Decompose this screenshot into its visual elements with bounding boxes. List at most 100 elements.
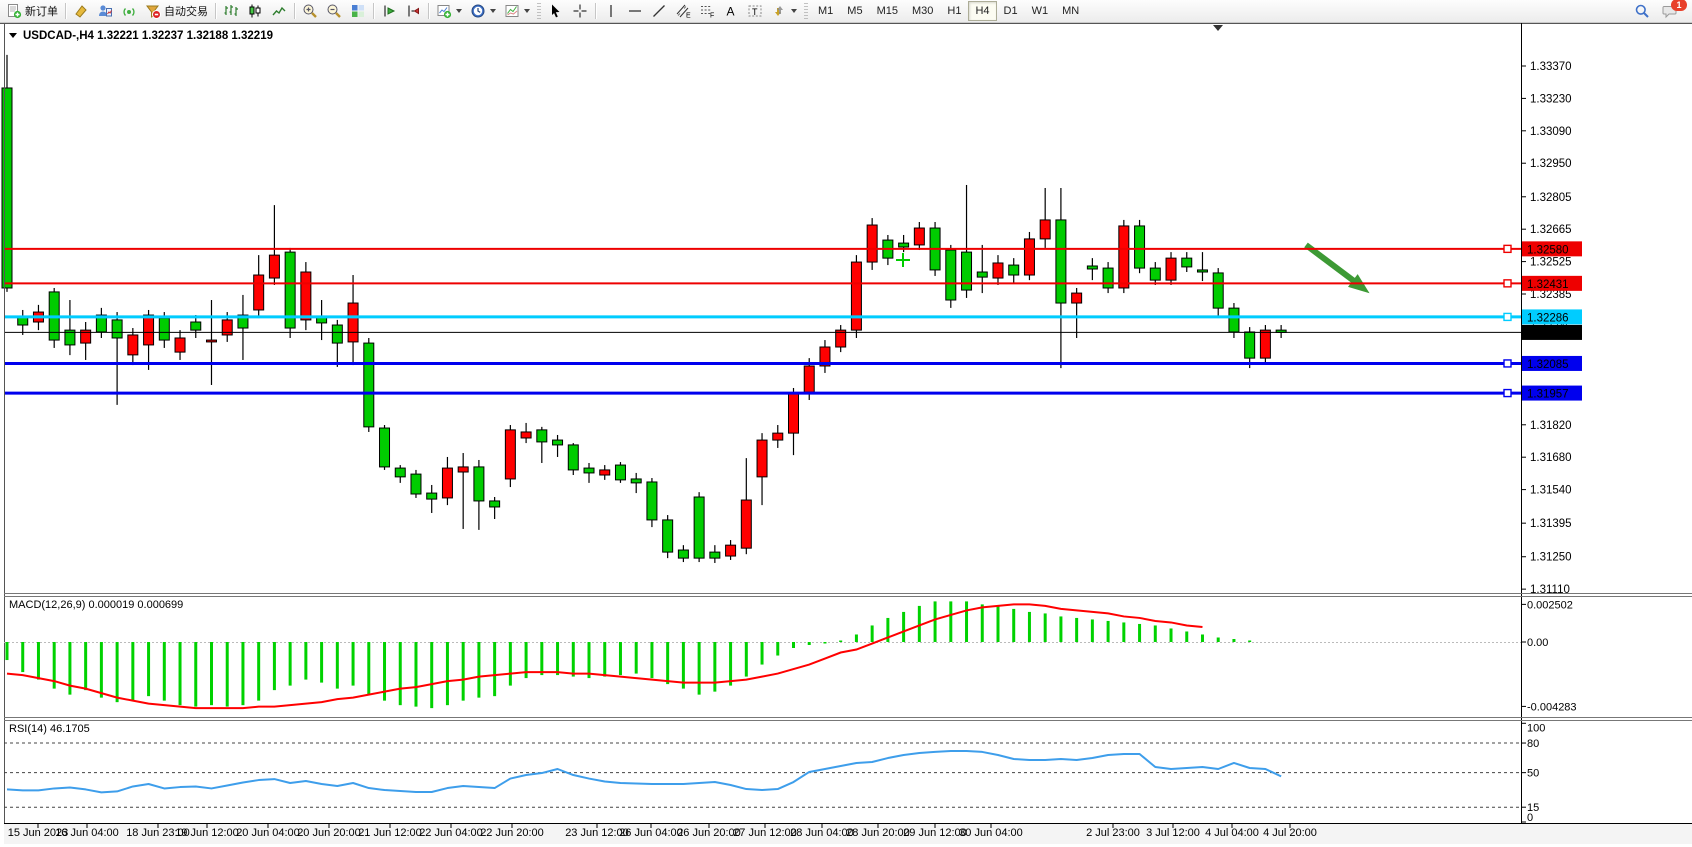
line-chart-button[interactable] [267, 0, 291, 22]
bar-chart-icon [223, 3, 239, 19]
crosshair-button[interactable] [568, 0, 592, 22]
svg-text:T: T [752, 7, 758, 17]
tab-timeframe-M1[interactable]: M1 [811, 1, 840, 21]
time-axis-label: 30 Jun 04:00 [959, 827, 1023, 839]
text-icon: A [723, 3, 739, 19]
shapes-button[interactable] [767, 0, 801, 22]
bar-chart-button[interactable] [219, 0, 243, 22]
price-badge-label: 1.32219 [1527, 328, 1569, 340]
hline-handle[interactable] [1504, 280, 1511, 287]
candle-body [1166, 258, 1176, 280]
gold-arrow-button[interactable] [69, 0, 93, 22]
candle-body [584, 468, 594, 473]
market-watch-icon [97, 3, 113, 19]
toolbar-separator [215, 3, 216, 19]
chart-shift-button[interactable] [401, 0, 425, 22]
macd-axis-label: -0.004283 [1527, 701, 1577, 713]
label-icon: T [747, 3, 763, 19]
price-tick-label: 1.31395 [1530, 518, 1572, 530]
signal-button[interactable] [117, 0, 141, 22]
time-axis-label: 4 Jul 20:00 [1263, 827, 1317, 839]
auto-scroll-button[interactable] [377, 0, 401, 22]
rsi-axis-label: 50 [1527, 768, 1539, 780]
candle-body [899, 243, 909, 247]
candle-body [789, 393, 799, 433]
candlestick-chart-button[interactable] [243, 0, 267, 22]
label-button[interactable]: T [743, 0, 767, 22]
templates-button[interactable] [500, 0, 534, 22]
time-axis-label: 22 Jun 04:00 [419, 827, 483, 839]
horizontal-line-button[interactable] [623, 0, 647, 22]
horizontal-line-icon [627, 3, 643, 19]
indicators-button[interactable] [432, 0, 466, 22]
price-chart[interactable]: 1.333701.332301.330901.329501.328051.326… [0, 0, 1692, 847]
candle-body [411, 474, 421, 494]
chevron-down-icon [524, 9, 530, 13]
tab-timeframe-W1[interactable]: W1 [1025, 1, 1056, 21]
price-tick-label: 1.31110 [1530, 584, 1570, 596]
tab-timeframe-M15[interactable]: M15 [870, 1, 905, 21]
autotrade-label: 自动交易 [164, 3, 208, 19]
time-axis-label: 28 Jun 04:00 [790, 827, 854, 839]
indicators-icon [436, 3, 452, 19]
channel-button[interactable]: E [671, 0, 695, 22]
hline-handle[interactable] [1504, 390, 1511, 397]
macd-label: MACD(12,26,9) 0.000019 0.000699 [9, 599, 183, 611]
autotrade-icon [145, 3, 161, 19]
price-badge-label: 1.32085 [1527, 359, 1569, 371]
tab-timeframe-M30[interactable]: M30 [905, 1, 940, 21]
zoom-in-button[interactable] [298, 0, 322, 22]
search-icon [1634, 3, 1650, 19]
signal-icon [121, 3, 137, 19]
trendline-button[interactable] [647, 0, 671, 22]
gold-arrow-icon [73, 3, 89, 19]
candle-body [1072, 293, 1082, 303]
hline-handle[interactable] [1504, 245, 1511, 252]
crosshair-icon [572, 3, 588, 19]
zoom-out-button[interactable] [322, 0, 346, 22]
hline-handle[interactable] [1504, 313, 1511, 320]
tab-timeframe-M5[interactable]: M5 [840, 1, 869, 21]
toolbar-grip [804, 3, 808, 19]
search-button[interactable] [1630, 0, 1654, 22]
timeframe-group: M1M5M15M30H1H4D1W1MN [811, 1, 1086, 21]
time-axis-label: 28 Jun 20:00 [846, 827, 910, 839]
fibonacci-button[interactable]: F [695, 0, 719, 22]
candle-body [1150, 268, 1160, 280]
candle-body [144, 315, 154, 345]
new-order-label: 新订单 [25, 3, 58, 19]
price-tick-label: 1.33370 [1530, 61, 1572, 73]
chart-shift-icon [405, 3, 421, 19]
autotrade-button[interactable]: 自动交易 [141, 0, 212, 22]
toolbar-separator [428, 3, 429, 19]
periods-button[interactable] [466, 0, 500, 22]
tab-timeframe-H4[interactable]: H4 [968, 1, 996, 21]
tab-timeframe-D1[interactable]: D1 [997, 1, 1025, 21]
cursor-button[interactable] [544, 0, 568, 22]
candle-body [694, 497, 704, 558]
macd-axis-label: 0.002502 [1527, 599, 1573, 611]
new-order-button[interactable]: 新订单 [2, 0, 62, 22]
vertical-line-button[interactable] [599, 0, 623, 22]
candle-body [427, 493, 437, 499]
symbol-title: USDCAD-,H4 1.32221 1.32237 1.32188 1.322… [23, 30, 273, 42]
tile-windows-button[interactable] [346, 0, 370, 22]
candle-body [867, 225, 877, 262]
candle-body [364, 343, 374, 427]
candle-body [1056, 220, 1066, 303]
tab-timeframe-MN[interactable]: MN [1055, 1, 1086, 21]
trendline-icon [651, 3, 667, 19]
text-button[interactable]: A [719, 0, 743, 22]
main-toolbar: 新订单 自动交易 E F A T M1M5M15M30H1H4D1W1MN 1 [0, 0, 1692, 23]
candle-body [301, 272, 311, 320]
candle-body [977, 272, 987, 277]
shapes-icon [771, 3, 787, 19]
market-watch-button[interactable] [93, 0, 117, 22]
time-axis-label: 26 Jun 20:00 [677, 827, 741, 839]
price-badge-label: 1.32431 [1527, 279, 1569, 291]
tab-timeframe-H1[interactable]: H1 [940, 1, 968, 21]
price-tick-label: 1.32665 [1530, 224, 1572, 236]
candle-body [380, 428, 390, 467]
notifications-button[interactable]: 1 [1658, 2, 1684, 20]
hline-handle[interactable] [1504, 360, 1511, 367]
